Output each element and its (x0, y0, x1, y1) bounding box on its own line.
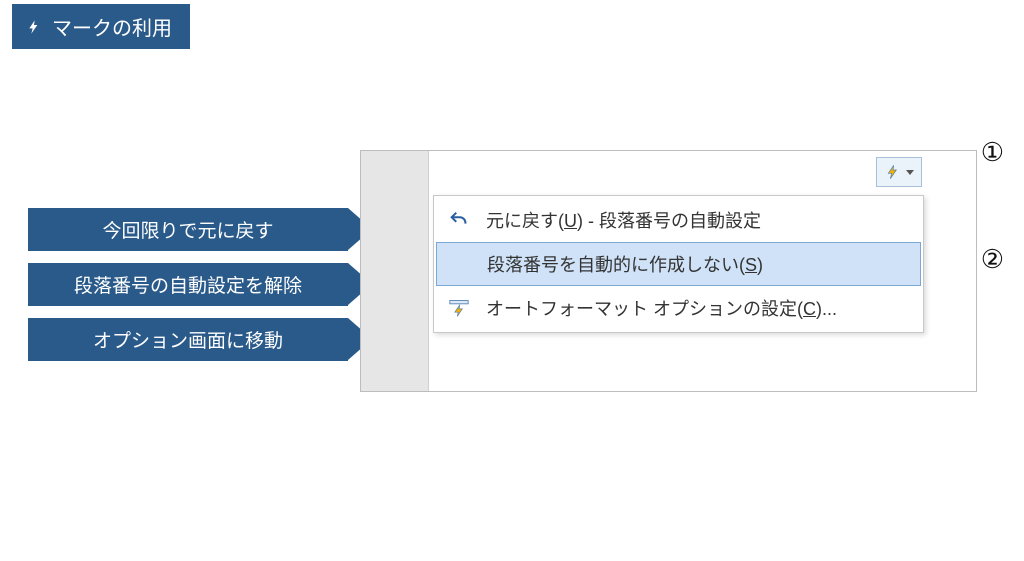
annotation-open-options: オプション画面に移動 (28, 318, 348, 361)
blank-icon (447, 251, 473, 277)
callout-number-1: ① (981, 138, 1004, 168)
autoformat-options-icon (446, 295, 472, 321)
undo-icon (446, 207, 472, 233)
menu-item-autoformat-options[interactable]: オートフォーマット オプションの設定(C)... (436, 286, 921, 330)
lightning-icon (885, 163, 901, 181)
title-badge: マークの利用 (12, 4, 190, 49)
annotation-label: 今回限りで元に戻す (102, 216, 273, 243)
callout-number-2: ② (981, 245, 1004, 275)
annotation-undo-once: 今回限りで元に戻す (28, 208, 348, 251)
autocorrect-smarttag-button[interactable] (876, 157, 922, 187)
word-document-panel: 元に戻す(U) - 段落番号の自動設定 段落番号を自動的に作成しない(S) オ (360, 150, 977, 392)
page-margin (361, 151, 429, 391)
menu-item-undo[interactable]: 元に戻す(U) - 段落番号の自動設定 (436, 198, 921, 242)
annotation-label: オプション画面に移動 (93, 326, 283, 353)
menu-label: オートフォーマット オプションの設定(C)... (486, 295, 837, 321)
menu-label: 段落番号を自動的に作成しない(S) (487, 251, 763, 277)
menu-item-stop-autonumber[interactable]: 段落番号を自動的に作成しない(S) (436, 242, 921, 286)
document-body: 元に戻す(U) - 段落番号の自動設定 段落番号を自動的に作成しない(S) オ (429, 151, 976, 391)
chevron-down-icon (906, 170, 914, 175)
autocorrect-options-menu: 元に戻す(U) - 段落番号の自動設定 段落番号を自動的に作成しない(S) オ (433, 195, 924, 333)
lightning-icon (26, 16, 42, 38)
annotation-label: 段落番号の自動設定を解除 (74, 271, 302, 298)
title-text: マークの利用 (52, 12, 172, 41)
annotation-disable-autonumber: 段落番号の自動設定を解除 (28, 263, 348, 306)
menu-label: 元に戻す(U) - 段落番号の自動設定 (486, 207, 761, 233)
